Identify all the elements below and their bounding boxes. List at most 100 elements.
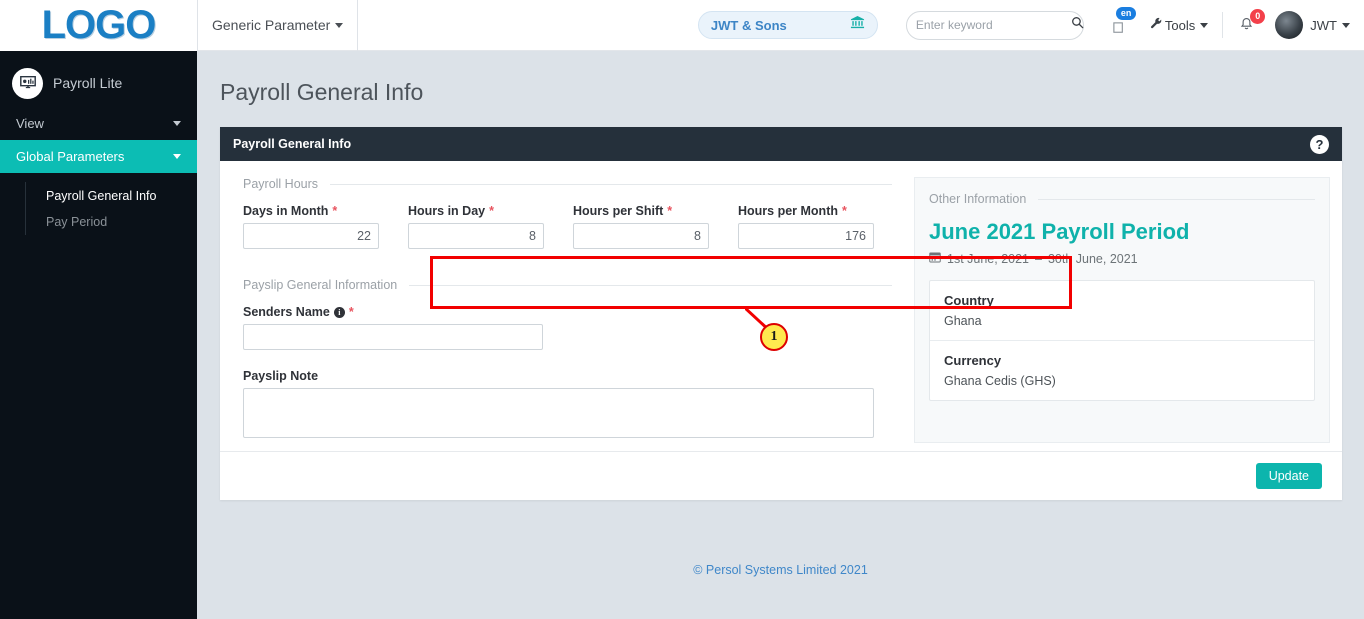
generic-parameter-dropdown[interactable]: Generic Parameter xyxy=(197,0,359,51)
payroll-general-info-panel: Payroll General Info ? Payroll Hours Day… xyxy=(220,127,1342,500)
payroll-hours-fields: Days in Month * Hours in Day * xyxy=(243,204,892,249)
top-navigation-bar: LOGO Generic Parameter JWT & Sons en Too… xyxy=(0,0,1364,51)
toolbar-divider xyxy=(1222,12,1224,38)
payroll-period-dates: 1st June, 2021 – 30th June, 2021 xyxy=(929,251,1315,266)
required-asterisk: * xyxy=(842,204,847,218)
period-date-to: 30th June, 2021 xyxy=(1047,251,1138,266)
info-row-currency: Currency Ghana Cedis (GHS) xyxy=(930,340,1314,400)
chevron-down-icon xyxy=(335,22,344,28)
legend-rule xyxy=(1038,198,1315,200)
field-label-text: Days in Month xyxy=(243,204,329,218)
language-icon xyxy=(1112,21,1127,39)
other-information-panel: Other Information June 2021 Payroll Peri… xyxy=(914,177,1330,443)
field-label: Senders Name i * xyxy=(243,305,543,319)
field-label-text: Payslip Note xyxy=(243,369,319,383)
info-value: Ghana Cedis (GHS) xyxy=(944,374,1056,388)
field-label-text: Hours per Shift xyxy=(573,204,664,218)
wrench-icon xyxy=(1150,17,1163,33)
sidebar-item-global-parameters[interactable]: Global Parameters xyxy=(0,140,197,173)
hours-in-day-input[interactable] xyxy=(408,223,544,249)
sidebar-brand-label: Payroll Lite xyxy=(53,75,123,91)
search-box[interactable] xyxy=(905,10,1084,40)
chevron-down-icon xyxy=(173,154,181,159)
required-asterisk: * xyxy=(667,204,673,218)
sidebar-subitem-label: Pay Period xyxy=(46,215,108,229)
language-selector[interactable]: en xyxy=(1112,7,1138,40)
monitor-chart-icon xyxy=(12,67,43,99)
page-title: Payroll General Info xyxy=(220,79,424,105)
sidebar-subitem-label: Payroll General Info xyxy=(46,188,157,203)
senders-name-input[interactable] xyxy=(243,324,543,350)
notifications-button[interactable]: 0 xyxy=(1237,9,1266,39)
notification-count-badge: 0 xyxy=(1250,9,1266,24)
info-key: Country xyxy=(944,293,994,308)
info-row-country: Country Ghana xyxy=(930,281,1314,340)
other-information-card: Country Ghana Currency Ghana Cedis (GHS) xyxy=(929,280,1315,401)
company-selector[interactable]: JWT & Sons xyxy=(697,11,878,39)
field-days-in-month: Days in Month * xyxy=(243,204,379,249)
user-name-label: JWT xyxy=(1310,17,1337,33)
field-label-text: Hours in Day xyxy=(408,204,486,218)
hours-per-shift-input[interactable] xyxy=(573,223,709,249)
required-asterisk: * xyxy=(348,305,354,319)
copyright-footer: © Persol Systems Limited 2021 xyxy=(693,563,868,577)
tools-menu[interactable]: Tools xyxy=(1150,17,1209,33)
search-icon[interactable] xyxy=(1071,16,1084,34)
field-hours-per-shift: Hours per Shift * xyxy=(573,204,709,249)
search-input[interactable] xyxy=(915,18,1071,32)
main-content: Payroll General Info Payroll General Inf… xyxy=(197,51,1364,619)
legend-rule xyxy=(409,284,892,286)
field-senders-name: Senders Name i * xyxy=(243,305,543,350)
update-button[interactable]: Update xyxy=(1255,463,1322,489)
logo-text: LOGO xyxy=(41,3,157,47)
payslip-general-information-legend: Payslip General Information xyxy=(243,278,892,292)
language-badge: en xyxy=(1115,7,1137,20)
chevron-down-icon xyxy=(1342,22,1350,28)
sidebar-item-pay-period[interactable]: Pay Period xyxy=(26,209,197,235)
company-name: JWT & Sons xyxy=(710,17,787,33)
legend-rule xyxy=(330,183,892,185)
field-label-text: Senders Name xyxy=(243,305,330,319)
field-label: Hours in Day * xyxy=(408,204,544,218)
legend-label: Payslip General Information xyxy=(243,278,398,292)
sidebar-item-payroll-general-info[interactable]: Payroll General Info xyxy=(26,182,197,209)
logo[interactable]: LOGO xyxy=(0,0,197,51)
hours-per-month-input[interactable] xyxy=(738,223,874,249)
calendar-icon xyxy=(929,251,941,266)
field-payslip-note: Payslip Note xyxy=(243,369,892,443)
avatar xyxy=(1275,11,1304,39)
bank-icon xyxy=(850,15,865,35)
days-in-month-input[interactable] xyxy=(243,223,379,249)
field-label: Payslip Note xyxy=(243,369,892,383)
sidebar-brand: Payroll Lite xyxy=(0,59,197,107)
payslip-note-textarea[interactable] xyxy=(243,388,874,438)
sidebar-item-label: View xyxy=(16,116,44,131)
required-asterisk: * xyxy=(489,204,494,218)
info-icon[interactable]: i xyxy=(333,306,345,318)
period-date-from: 1st June, 2021 xyxy=(947,251,1030,266)
form-column: Payroll Hours Days in Month * Hours in D… xyxy=(232,177,892,443)
sidebar-submenu: Payroll General Info Pay Period xyxy=(25,182,197,235)
chevron-down-icon xyxy=(1200,22,1209,28)
panel-body: Payroll Hours Days in Month * Hours in D… xyxy=(220,161,1342,451)
tools-label: Tools xyxy=(1164,17,1196,33)
generic-parameter-label: Generic Parameter xyxy=(212,17,331,33)
info-key: Currency xyxy=(944,353,1002,368)
field-label-text: Hours per Month xyxy=(738,204,838,218)
field-label: Hours per Shift * xyxy=(573,204,709,218)
sidebar-item-view[interactable]: View xyxy=(0,107,197,140)
payroll-hours-legend: Payroll Hours xyxy=(243,177,892,191)
period-date-separator: – xyxy=(1035,251,1042,266)
payroll-period-title: June 2021 Payroll Period xyxy=(929,219,1190,244)
panel-header: Payroll General Info ? xyxy=(220,127,1342,161)
sidebar-item-label: Global Parameters xyxy=(16,149,125,164)
legend-label: Payroll Hours xyxy=(243,177,319,191)
legend-label: Other Information xyxy=(929,192,1027,206)
panel-title: Payroll General Info xyxy=(233,137,352,151)
field-label: Days in Month * xyxy=(243,204,379,218)
user-menu[interactable]: JWT xyxy=(1275,11,1350,39)
field-label: Hours per Month * xyxy=(738,204,874,218)
info-value: Ghana xyxy=(944,314,982,328)
question-mark-icon[interactable]: ? xyxy=(1310,134,1329,154)
other-information-legend: Other Information xyxy=(929,192,1315,206)
